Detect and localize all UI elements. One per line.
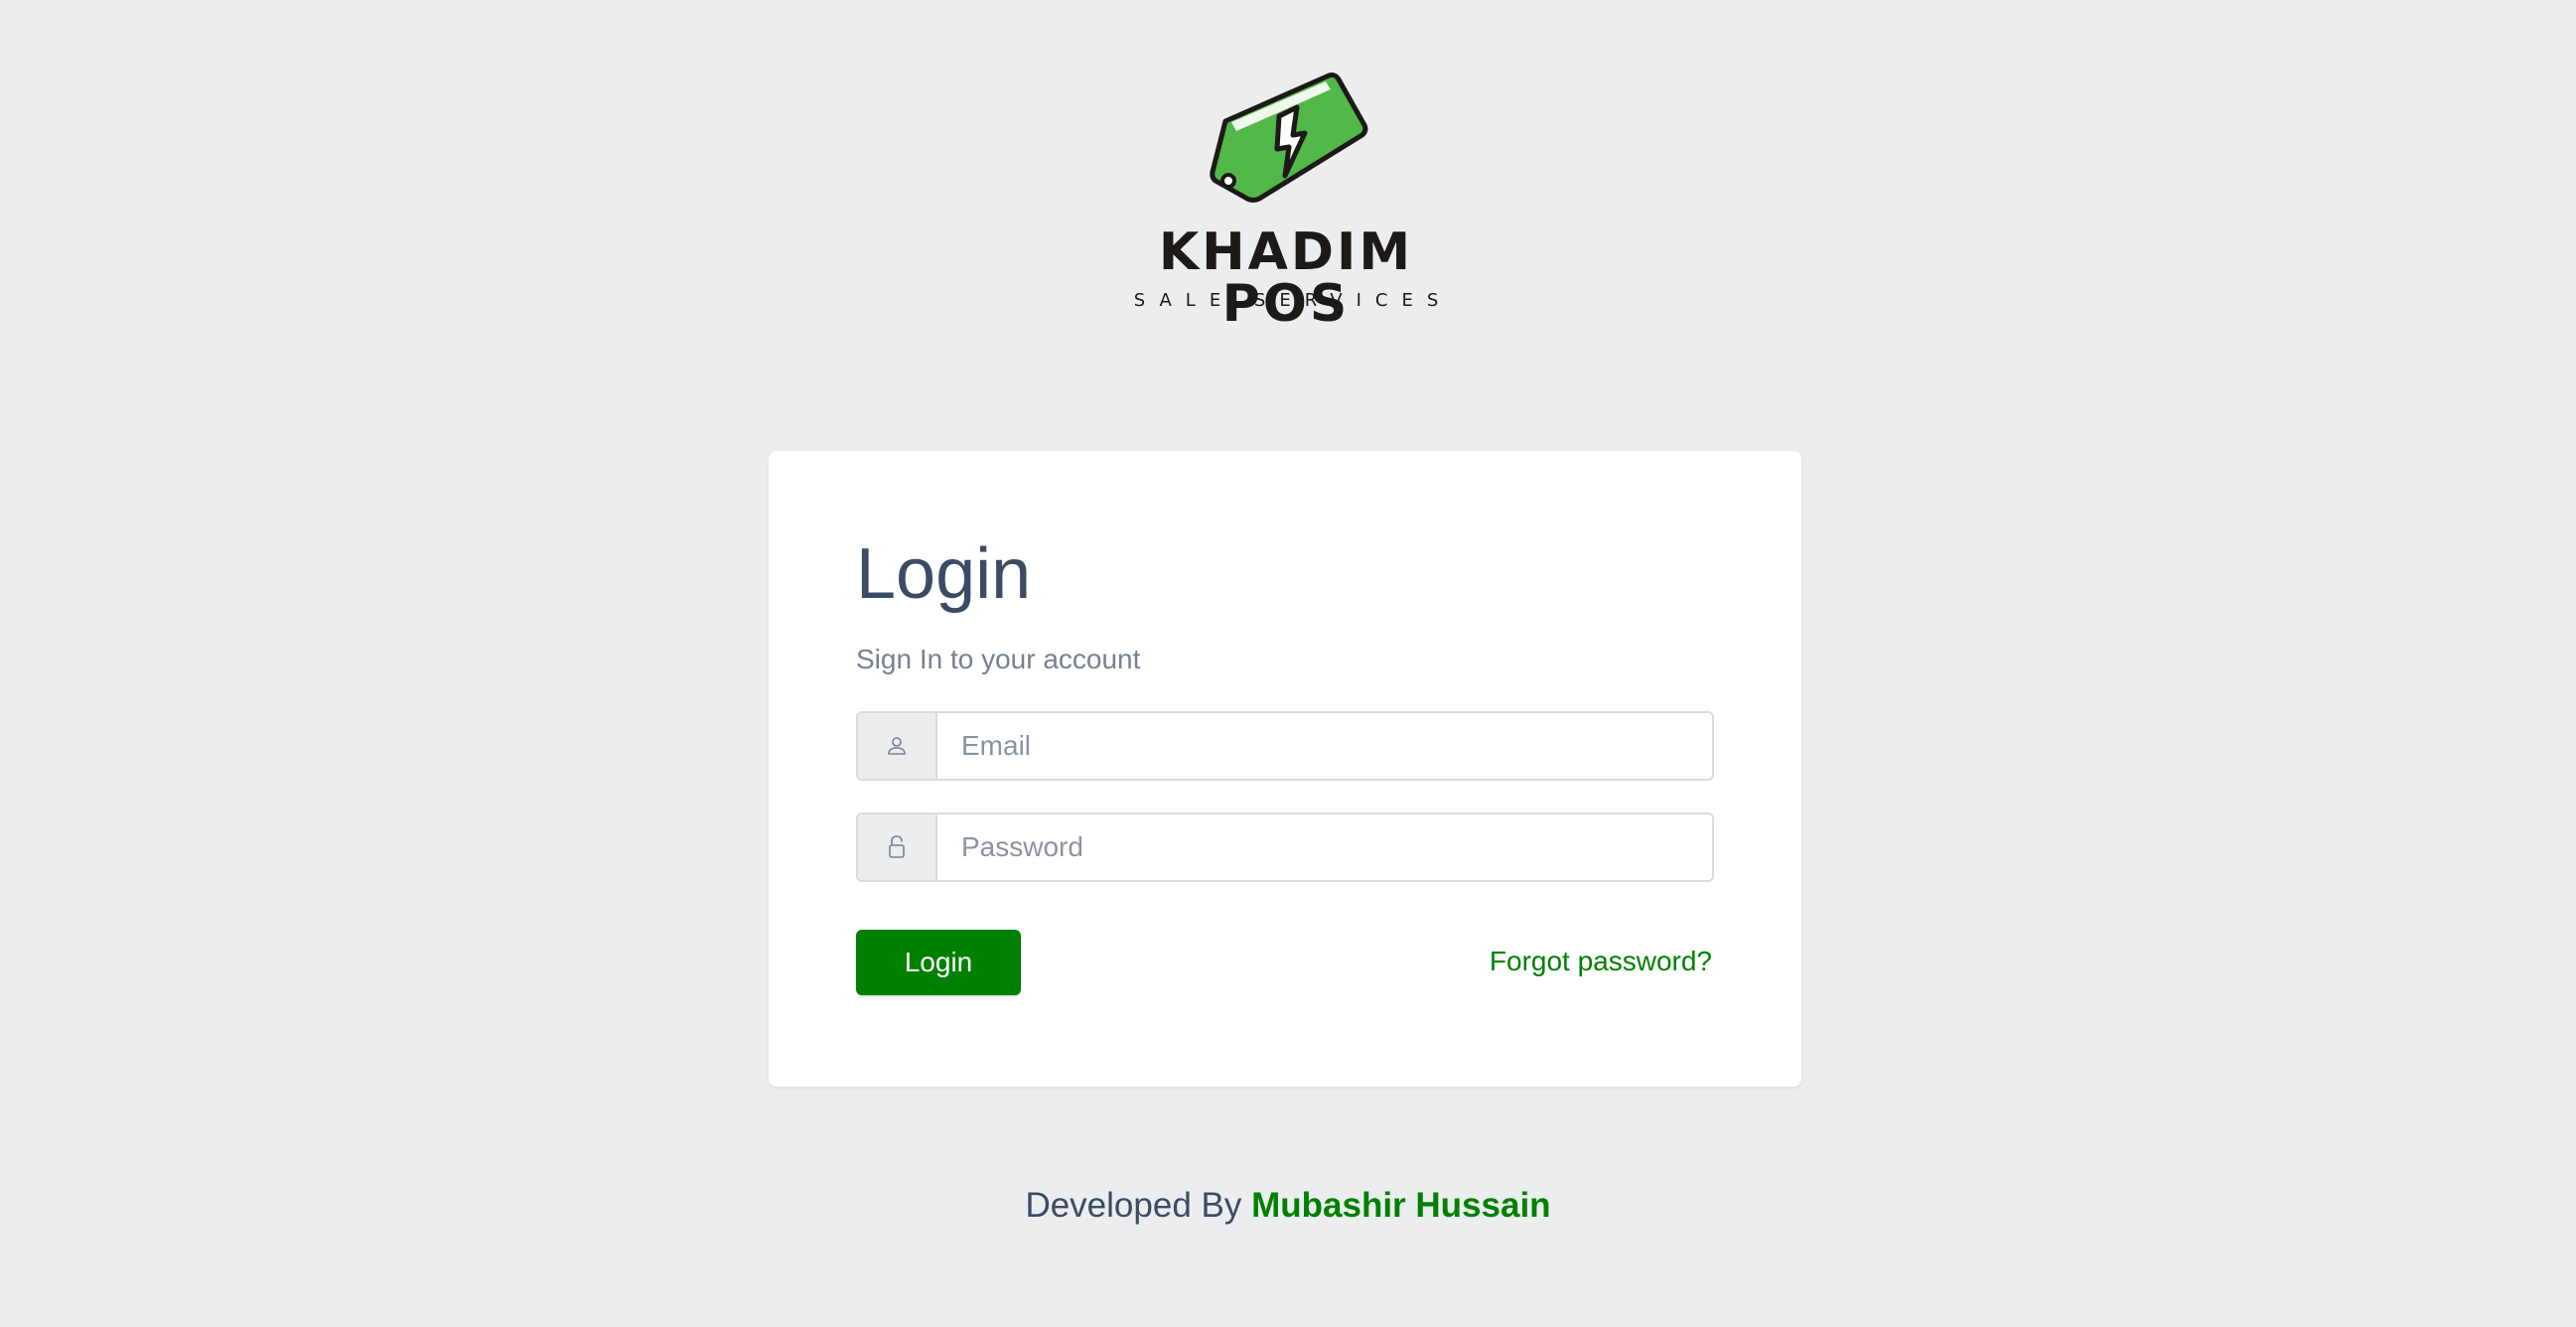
forgot-password-link[interactable]: Forgot password? bbox=[1490, 948, 1712, 975]
price-tag-lightning-icon bbox=[1210, 73, 1368, 203]
brand-name: KHADIM POS bbox=[1158, 222, 1414, 334]
password-input-group bbox=[856, 812, 1714, 882]
brand-logo: KHADIM POS SALE SERVICES bbox=[1102, 72, 1470, 330]
password-field[interactable] bbox=[937, 814, 1712, 880]
email-field[interactable] bbox=[937, 713, 1712, 779]
footer-prefix: Developed By bbox=[1025, 1186, 1242, 1225]
lock-icon bbox=[858, 814, 937, 880]
brand-tagline: SALE SERVICES bbox=[1133, 290, 1453, 311]
developer-name: Mubashir Hussain bbox=[1251, 1186, 1551, 1225]
login-title: Login bbox=[856, 534, 1032, 614]
login-card: Login Sign In to your account Login Forg… bbox=[769, 451, 1801, 1087]
user-icon bbox=[858, 713, 937, 779]
login-button[interactable]: Login bbox=[856, 930, 1021, 995]
login-subtitle: Sign In to your account bbox=[856, 644, 1141, 674]
footer-credit: Developed By Mubashir Hussain bbox=[0, 1188, 2576, 1223]
email-input-group bbox=[856, 711, 1714, 781]
